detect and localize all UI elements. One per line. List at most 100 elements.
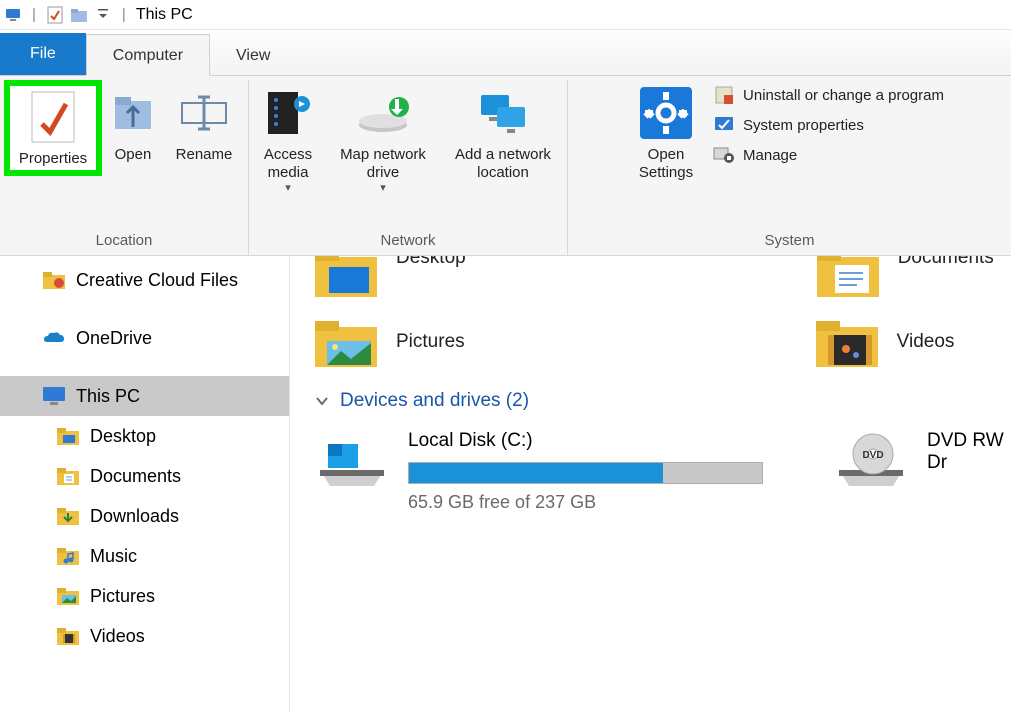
map-network-drive-button[interactable]: Map network drive ▾ [323, 80, 443, 199]
group-label-system: System [764, 228, 814, 255]
access-media-icon [264, 84, 312, 142]
tab-view[interactable]: View [210, 35, 296, 75]
properties-label: Properties [19, 150, 87, 168]
folder-icon [56, 584, 80, 608]
content-area: Creative Cloud Files OneDrive This PC De… [0, 256, 1011, 712]
folder-icon [314, 256, 378, 298]
uninstall-program-button[interactable]: Uninstall or change a program [713, 84, 944, 106]
sidebar-item-pictures[interactable]: Pictures [0, 576, 289, 616]
dvd-label: DVD RW Dr [927, 430, 1011, 474]
folder-icon [816, 256, 880, 298]
disk-usage-bar [408, 462, 763, 484]
tree-label: Downloads [90, 506, 179, 527]
ribbon: Properties Open Rename Location [0, 76, 1011, 256]
access-media-button[interactable]: Access media ▾ [253, 80, 323, 199]
ribbon-group-location: Properties Open Rename Location [0, 80, 249, 255]
sidebar-item-documents[interactable]: Documents [0, 456, 289, 496]
tab-computer[interactable]: Computer [86, 34, 210, 76]
open-button[interactable]: Open [102, 80, 164, 168]
folder-icon [56, 424, 80, 448]
qat-dropdown-icon[interactable] [94, 6, 112, 24]
folder-label: Desktop [396, 256, 466, 269]
tree-label: This PC [76, 386, 140, 407]
manage-label: Manage [743, 147, 797, 164]
folder-icon [42, 268, 66, 292]
dvd-icon: DVD [833, 430, 909, 496]
ribbon-group-system: Open Settings Uninstall or change a prog… [568, 80, 1011, 255]
disk-free-text: 65.9 GB free of 237 GB [408, 492, 763, 513]
sidebar-item-onedrive[interactable]: OneDrive [0, 318, 289, 358]
ribbon-group-network: Access media ▾ Map network drive ▾ Add a… [249, 80, 568, 255]
sidebar-item-creative-cloud[interactable]: Creative Cloud Files [0, 260, 289, 300]
system-properties-button[interactable]: System properties [713, 114, 944, 136]
folder-icon [56, 544, 80, 568]
devices-section-header[interactable]: Devices and drives (2) [314, 390, 1011, 412]
folder-icon [56, 624, 80, 648]
tree-label: Music [90, 546, 137, 567]
add-network-location-button[interactable]: Add a network location [443, 80, 563, 186]
dropdown-icon: ▾ [285, 182, 291, 195]
folder-item-desktop[interactable]: Desktop [314, 256, 466, 298]
main-pane: Desktop Documents Pictures Videos [290, 256, 1011, 712]
system-properties-icon [713, 114, 735, 136]
folder-icon [56, 464, 80, 488]
add-network-icon [473, 84, 533, 142]
open-folder-icon [111, 84, 155, 142]
separator: | [32, 6, 36, 23]
system-links: Uninstall or change a program System pro… [705, 80, 952, 170]
chevron-down-icon [314, 393, 330, 409]
properties-button[interactable]: Properties [4, 80, 102, 176]
titlebar: | | This PC [0, 0, 1011, 30]
dropdown-icon: ▾ [380, 182, 386, 195]
sidebar-item-music[interactable]: Music [0, 536, 289, 576]
group-label-location: Location [96, 228, 153, 255]
drive-local-disk[interactable]: Local Disk (C:) 65.9 GB free of 237 GB [314, 430, 763, 513]
sidebar-item-this-pc[interactable]: This PC [0, 376, 289, 416]
open-settings-label: Open Settings [629, 146, 703, 182]
access-media-label: Access media [255, 146, 321, 182]
folder-icon [56, 504, 80, 528]
ribbon-tabs: File Computer View [0, 30, 1011, 76]
navigation-pane: Creative Cloud Files OneDrive This PC De… [0, 256, 290, 712]
folder-label: Pictures [396, 331, 465, 353]
tree-label: Desktop [90, 426, 156, 447]
local-disk-label: Local Disk (C:) [408, 430, 763, 452]
computer-icon [42, 384, 66, 408]
folder-item-pictures[interactable]: Pictures [314, 316, 465, 368]
computer-icon [4, 6, 22, 24]
open-settings-button[interactable]: Open Settings [627, 80, 705, 186]
open-label: Open [115, 146, 152, 164]
tree-label: Documents [90, 466, 181, 487]
window-title: This PC [136, 6, 193, 24]
tree-label: Creative Cloud Files [76, 270, 238, 291]
properties-qat-icon[interactable] [46, 6, 64, 24]
folder-item-documents[interactable]: Documents [816, 256, 994, 298]
sidebar-item-downloads[interactable]: Downloads [0, 496, 289, 536]
sidebar-item-desktop[interactable]: Desktop [0, 416, 289, 456]
map-drive-icon [355, 84, 411, 142]
uninstall-icon [713, 84, 735, 106]
folder-label: Videos [897, 331, 955, 353]
drive-icon [314, 430, 390, 496]
rename-button[interactable]: Rename [164, 80, 244, 168]
onedrive-icon [42, 326, 66, 350]
folder-label: Documents [898, 256, 994, 269]
uninstall-label: Uninstall or change a program [743, 87, 944, 104]
rename-icon [178, 84, 230, 142]
map-drive-label: Map network drive [325, 146, 441, 182]
disk-usage-fill [409, 463, 663, 483]
devices-header-label: Devices and drives (2) [340, 390, 529, 412]
drive-dvd[interactable]: DVD DVD RW Dr [833, 430, 1011, 513]
folder-qat-icon[interactable] [70, 6, 88, 24]
sidebar-item-videos[interactable]: Videos [0, 616, 289, 656]
folder-item-videos[interactable]: Videos [815, 316, 955, 368]
manage-icon [713, 144, 735, 166]
tab-file[interactable]: File [0, 33, 86, 75]
manage-button[interactable]: Manage [713, 144, 944, 166]
folder-icon [314, 316, 378, 368]
tree-label: OneDrive [76, 328, 152, 349]
separator: | [122, 6, 126, 23]
svg-text:DVD: DVD [862, 450, 883, 461]
tree-label: Videos [90, 626, 145, 647]
settings-gear-icon [638, 84, 694, 142]
